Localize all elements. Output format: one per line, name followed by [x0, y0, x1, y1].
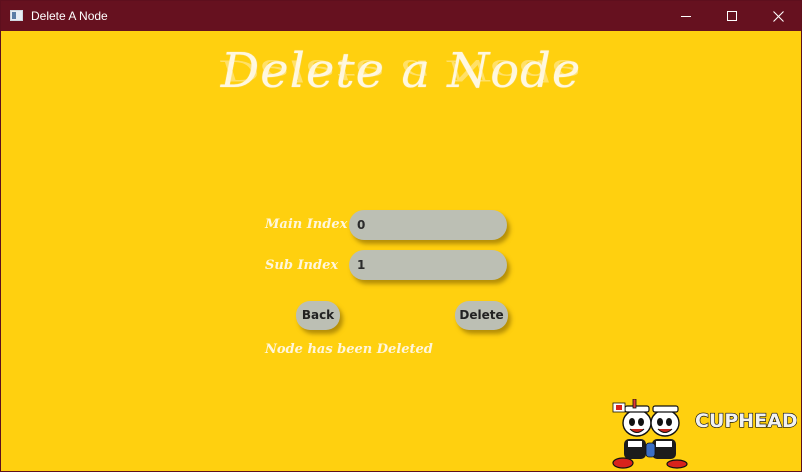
- cuphead-logo: CUPHEAD: [611, 398, 798, 469]
- main-index-field[interactable]: [349, 210, 507, 240]
- app-window: Delete A Node Delete a Node Delete a Nod…: [0, 0, 802, 472]
- app-icon: [10, 10, 23, 21]
- sub-index-label: Sub Index: [265, 258, 339, 273]
- minimize-icon: [680, 15, 691, 17]
- back-button[interactable]: Back: [296, 301, 340, 330]
- sub-index-input[interactable]: [357, 251, 497, 279]
- maximize-button[interactable]: [709, 1, 755, 31]
- title-bar[interactable]: Delete A Node: [1, 1, 801, 31]
- close-button[interactable]: [755, 1, 801, 31]
- main-index-input[interactable]: [357, 211, 497, 239]
- page-title-reflection: Delete a Node: [220, 53, 582, 87]
- maximize-icon: [726, 10, 737, 21]
- cuphead-characters-image: CUPHEAD: [612, 398, 798, 469]
- svg-text:CUPHEAD: CUPHEAD: [695, 410, 797, 432]
- main-index-label: Main Index: [265, 217, 348, 232]
- close-icon: [772, 10, 784, 22]
- status-message: Node has been Deleted: [265, 342, 433, 357]
- sub-index-field[interactable]: [349, 250, 507, 280]
- delete-button[interactable]: Delete: [455, 301, 508, 330]
- minimize-button[interactable]: [663, 1, 709, 31]
- window-title: Delete A Node: [31, 9, 108, 23]
- page-heading: Delete a Node Delete a Node: [1, 39, 801, 139]
